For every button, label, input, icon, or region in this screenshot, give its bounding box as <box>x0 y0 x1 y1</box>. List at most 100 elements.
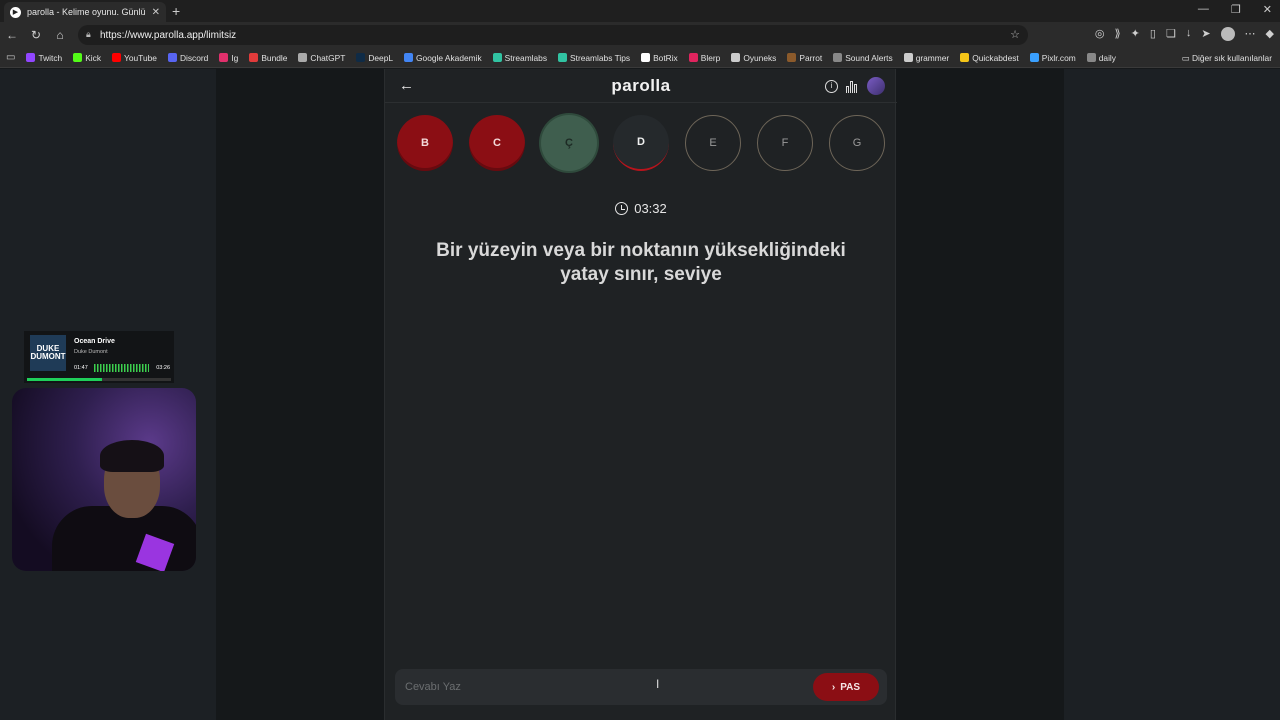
right-gutter <box>896 69 1064 720</box>
bookmark-label: BotRix <box>653 52 678 63</box>
address-bar[interactable]: 🔒︎ https://www.parolla.app/limitsiz ☆ <box>78 25 1028 45</box>
bookmark-item[interactable]: Kick <box>73 53 101 63</box>
letter-row: BCÇDEFG <box>397 115 885 171</box>
bookmark-icon <box>688 53 698 62</box>
info-icon[interactable]: i <box>825 79 838 93</box>
bookmark-icon <box>960 53 970 62</box>
extensions-area: ◎ ⟫ ✦ ▯ ❏ ↓ ➤ ⋯ ◆ <box>1095 27 1274 41</box>
download-icon[interactable]: ↓ <box>1186 27 1192 41</box>
bookmark-item[interactable]: YouTube <box>112 53 157 63</box>
extension-icon[interactable]: ◎ <box>1095 27 1105 41</box>
bookmark-item[interactable]: Oyuneks <box>731 53 776 63</box>
window-controls: — ❐ ✕ <box>1198 3 1272 16</box>
puzzle-icon[interactable]: ✦ <box>1131 27 1140 41</box>
game-header: ← parolla i <box>385 69 897 103</box>
page-content: ← parolla i BCÇDEFG 03:32 Bir yüzeyin ve… <box>0 69 1280 720</box>
bookmark-item[interactable]: Streamlabs <box>492 52 548 63</box>
text-cursor-icon: I <box>656 677 660 691</box>
letter-circle-wrong: B <box>397 115 453 171</box>
sidebar-toggle-icon[interactable]: ▭ <box>6 52 15 63</box>
share-icon[interactable]: ➤ <box>1201 27 1210 41</box>
letter-circle-pending: F <box>757 115 813 171</box>
chevron-right-icon: › <box>831 681 836 693</box>
restore-icon[interactable]: ❐ <box>1231 3 1241 16</box>
close-window-icon[interactable]: ✕ <box>1263 3 1272 16</box>
bookmark-label: grammer <box>915 52 950 63</box>
time-current: 01:47 <box>74 365 88 371</box>
browser-tab[interactable]: ▶ parolla - Kelime oyunu. Günlük k ✕ <box>4 2 166 22</box>
bookmark-label: Parrot <box>799 52 823 63</box>
bookmark-label: Streamlabs Tips <box>570 52 631 63</box>
bookmark-item[interactable]: Sound Alerts <box>833 53 893 63</box>
bookmark-item[interactable]: Streamlabs Tips <box>558 53 630 63</box>
bookmark-item[interactable]: grammer <box>903 52 950 63</box>
minimize-icon[interactable]: — <box>1198 3 1209 16</box>
bookmark-label: YouTube <box>124 52 157 63</box>
bookmark-item[interactable]: daily <box>1086 53 1116 63</box>
bookmark-label: Blerp <box>700 52 721 63</box>
tab-title: parolla - Kelime oyunu. Günlük k <box>27 7 146 17</box>
bookmark-icon <box>356 53 366 62</box>
split-screen-icon[interactable]: ▯ <box>1150 27 1156 41</box>
answer-input[interactable] <box>405 678 785 696</box>
pass-button[interactable]: › PAS <box>813 673 879 701</box>
bookmark-label: Quickabdest <box>972 52 1019 63</box>
bookmark-icon <box>73 53 83 62</box>
copilot-icon[interactable]: ◆ <box>1266 27 1274 41</box>
bookmark-label: Google Akademik <box>416 52 482 63</box>
bookmark-icon <box>787 53 797 62</box>
bookmark-label: Oyuneks <box>743 52 777 63</box>
album-art: DUKE DUMONT <box>30 335 66 371</box>
refresh-icon[interactable]: ↻ <box>24 28 48 42</box>
stats-icon[interactable] <box>846 80 859 93</box>
time-total: 03:26 <box>156 365 170 371</box>
bookmark-item[interactable]: Parrot <box>787 53 822 63</box>
home-icon[interactable]: ⌂ <box>48 28 72 42</box>
bookmark-icon <box>404 53 414 62</box>
bookmark-item[interactable]: ChatGPT <box>298 53 345 63</box>
bookmark-label: DeepL <box>368 52 394 63</box>
bookmark-item[interactable]: Pixlr.com <box>1029 52 1076 63</box>
bookmark-label: Sound Alerts <box>845 52 893 63</box>
person-hair <box>100 440 164 472</box>
bookmark-label: Pixlr.com <box>1041 52 1076 63</box>
lock-icon: 🔒︎ <box>86 29 91 39</box>
question-text: Bir yüzeyin veya bir noktanın yüksekliği… <box>436 240 846 285</box>
bookmark-icon <box>298 53 308 62</box>
tab-close-icon[interactable]: ✕ <box>152 7 160 18</box>
bookmark-label: Streamlabs <box>504 52 548 63</box>
other-bookmarks-folder[interactable]: ▭ Diğer sık kullanılanlar <box>1182 53 1272 63</box>
bookmark-icon <box>641 53 651 62</box>
answer-bar: I › PAS <box>395 669 887 705</box>
avatar-icon[interactable] <box>867 77 885 95</box>
new-tab-button[interactable]: + <box>172 3 180 19</box>
bookmark-item[interactable]: Blerp <box>688 52 721 63</box>
bookmarks-bar: ▭ Twitch Kick YouTube Discord Ig Bundle ChatGPT… <box>0 48 1280 68</box>
song-title: Ocean Drive <box>74 338 115 345</box>
bookmark-icon <box>1086 53 1096 62</box>
song-progress-bar <box>27 378 171 381</box>
waveform <box>94 364 149 372</box>
bookmark-icon <box>558 53 568 62</box>
bookmark-item[interactable]: Twitch <box>26 53 62 63</box>
letter-circle-wrong: C <box>469 115 525 171</box>
now-playing-widget: DUKE DUMONT Ocean Drive Duke Dumont 01:4… <box>24 331 174 383</box>
left-gutter <box>216 69 384 720</box>
bookmark-item[interactable]: Google Akademik <box>404 53 482 63</box>
collections-icon[interactable]: ❏ <box>1166 27 1176 41</box>
bookmark-icon <box>833 53 843 62</box>
bookmark-item[interactable]: DeepL <box>356 53 393 63</box>
favorite-star-icon[interactable]: ☆ <box>1010 28 1020 41</box>
bookmark-item[interactable]: Ig <box>219 53 238 63</box>
bookmark-icon <box>1029 53 1039 62</box>
bookmark-item[interactable]: BotRix <box>641 53 678 63</box>
brand-title: parolla <box>611 76 671 95</box>
back-arrow-icon[interactable]: ← <box>0 28 24 42</box>
bookmark-item[interactable]: Bundle <box>249 53 287 63</box>
read-aloud-icon[interactable]: ⟫ <box>1115 27 1121 41</box>
bookmark-item[interactable]: Quickabdest <box>960 53 1019 63</box>
bookmark-item[interactable]: Discord <box>167 53 208 63</box>
more-options-icon[interactable]: ⋯ <box>1245 27 1256 41</box>
profile-icon[interactable] <box>1220 27 1235 41</box>
timer: 03:32 <box>385 201 897 216</box>
